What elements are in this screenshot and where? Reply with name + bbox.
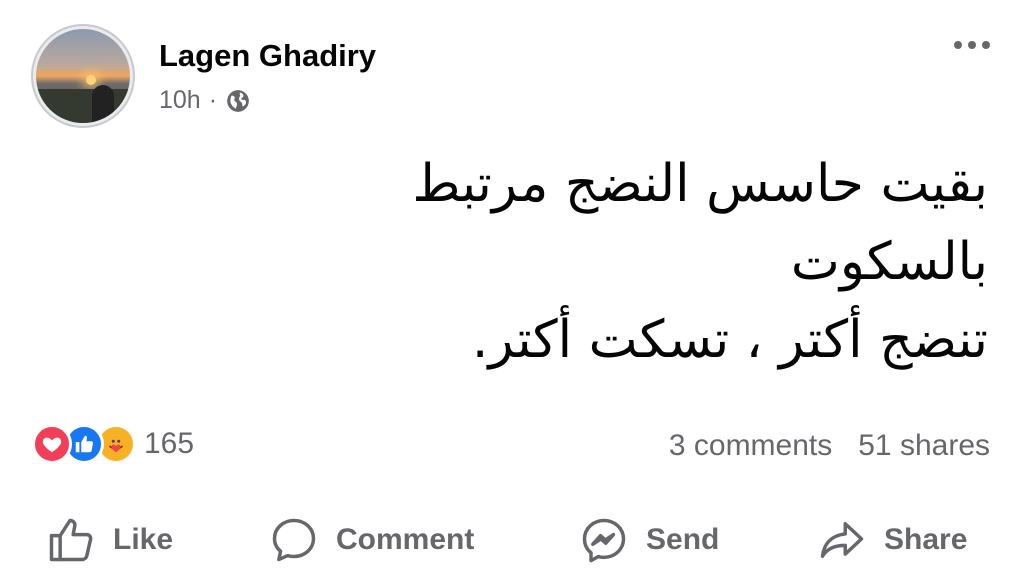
- engagement-stats: 3 comments 51 shares: [669, 429, 990, 463]
- more-dot-icon: [954, 41, 962, 49]
- share-label: Share: [884, 523, 968, 556]
- post-meta: 10h ·: [159, 86, 251, 115]
- messenger-icon: [582, 518, 626, 563]
- love-icon: [32, 424, 72, 464]
- reactions-summary[interactable]: 165: [32, 424, 194, 464]
- comment-button[interactable]: Comment: [268, 512, 474, 568]
- comment-bubble-icon: [272, 518, 316, 562]
- action-bar: Like Comment Send Share: [0, 512, 1024, 568]
- post-text-line: تنضج أكتر ، تسكت أكتر.: [471, 310, 988, 370]
- more-options-button[interactable]: [954, 41, 990, 49]
- globe-icon[interactable]: [225, 88, 251, 114]
- post-text-line: بقيت حاسس النضج مرتبط: [412, 154, 988, 214]
- like-label: Like: [113, 523, 174, 556]
- author-name[interactable]: Lagen Ghadiry: [159, 38, 376, 74]
- share-arrow-icon: [820, 522, 864, 558]
- thumbs-up-icon: [49, 518, 93, 562]
- avatar[interactable]: [31, 24, 135, 128]
- comments-count[interactable]: 3 comments: [669, 429, 832, 463]
- more-dot-icon: [968, 41, 976, 49]
- send-button[interactable]: Send: [578, 512, 719, 568]
- comment-label: Comment: [336, 523, 475, 556]
- avatar-photo: [36, 29, 130, 123]
- send-label: Send: [646, 523, 720, 556]
- reaction-count: 165: [144, 427, 195, 460]
- post-text: بقيت حاسس النضج مرتبط بالسكوت تنضج أكتر …: [228, 145, 988, 379]
- post-text-line: بالسكوت: [790, 232, 988, 292]
- like-button[interactable]: Like: [45, 512, 173, 568]
- meta-separator: ·: [208, 86, 218, 114]
- more-dot-icon: [982, 41, 990, 49]
- post-time[interactable]: 10h: [159, 86, 201, 115]
- share-button[interactable]: Share: [816, 512, 967, 568]
- shares-count[interactable]: 51 shares: [858, 429, 990, 463]
